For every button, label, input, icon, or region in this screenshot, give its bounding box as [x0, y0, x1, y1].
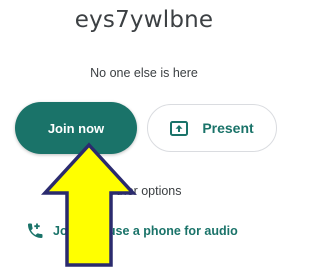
yellow-arrow-pointer: [41, 142, 137, 267]
present-button[interactable]: Present: [147, 104, 277, 152]
join-now-label: Join now: [47, 120, 105, 136]
present-screen-icon: [170, 120, 189, 136]
present-label: Present: [202, 120, 254, 136]
meeting-status: No one else is here: [90, 66, 198, 80]
meeting-title: eys7ywlbne: [74, 7, 214, 33]
